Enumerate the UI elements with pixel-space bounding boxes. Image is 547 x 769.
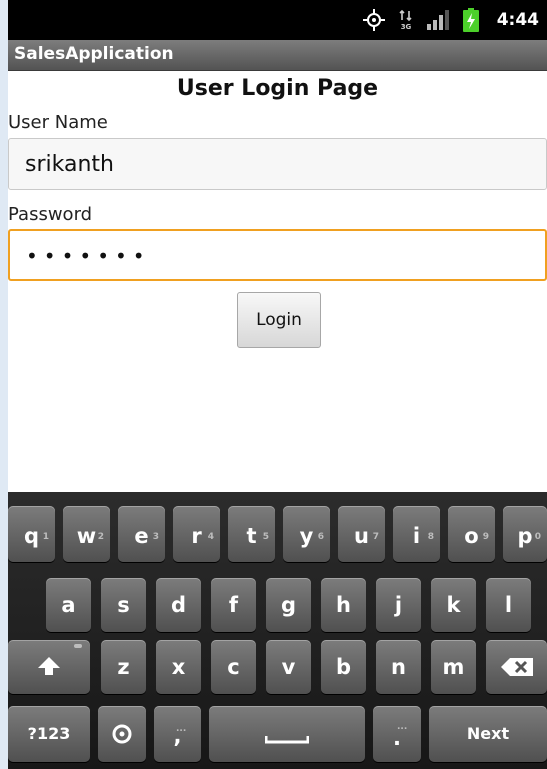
shift-arrow-icon	[8, 655, 90, 677]
key-m[interactable]: m	[431, 640, 476, 694]
key-o[interactable]: o9	[448, 506, 495, 562]
key-a[interactable]: a	[46, 578, 91, 632]
key-r-hint: 4	[207, 532, 214, 542]
key-u-hint: 7	[372, 532, 379, 542]
key-i-hint: 8	[427, 532, 434, 542]
key-t[interactable]: t5	[228, 506, 275, 562]
username-input[interactable]	[25, 147, 505, 181]
app-title: SalesApplication	[14, 44, 174, 64]
period-key[interactable]: ....	[373, 706, 421, 762]
key-f[interactable]: f	[211, 578, 256, 632]
password-field[interactable]	[8, 229, 547, 281]
key-q[interactable]: q1	[8, 506, 55, 562]
key-h[interactable]: h	[321, 578, 366, 632]
key-l[interactable]: l	[486, 578, 531, 632]
period-key-hint: ...	[397, 722, 408, 732]
status-bar: 3G 4:44	[8, 0, 547, 40]
status-icons: 3G 4:44	[362, 8, 539, 32]
login-button[interactable]: Login	[237, 292, 321, 348]
key-w[interactable]: w2	[63, 506, 110, 562]
page-title: User Login Page	[176, 76, 379, 101]
key-p-hint: 0	[534, 532, 541, 542]
backspace-key[interactable]	[486, 640, 547, 694]
password-input[interactable]	[26, 239, 506, 273]
key-z[interactable]: z	[101, 640, 146, 694]
key-p[interactable]: p0	[503, 506, 547, 562]
key-r[interactable]: r4	[173, 506, 220, 562]
key-q-hint: 1	[42, 532, 49, 542]
soft-keyboard: q1 w2 e3 r4 t5 y6 u7 i8 o9 p0 a s d f g …	[8, 492, 547, 769]
next-key[interactable]: Next	[429, 706, 547, 762]
key-w-hint: 2	[97, 532, 104, 542]
svg-text:3G: 3G	[400, 23, 411, 31]
username-label: User Name	[8, 112, 108, 133]
key-n[interactable]: n	[376, 640, 421, 694]
phone-screen: 3G 4:44 SalesApplication User Login Page…	[8, 0, 547, 769]
signal-bars-icon	[426, 10, 449, 30]
key-u[interactable]: u7	[338, 506, 385, 562]
app-title-bar: SalesApplication	[8, 40, 547, 71]
key-v[interactable]: v	[266, 640, 311, 694]
key-x[interactable]: x	[156, 640, 201, 694]
key-d[interactable]: d	[156, 578, 201, 632]
key-g[interactable]: g	[266, 578, 311, 632]
comma-key-hint: ...	[176, 724, 187, 734]
key-j[interactable]: j	[376, 578, 421, 632]
spacebar-icon	[209, 736, 365, 744]
spacebar-key[interactable]	[209, 706, 365, 762]
settings-key[interactable]	[98, 706, 146, 762]
status-clock: 4:44	[496, 10, 539, 30]
key-y[interactable]: y6	[283, 506, 330, 562]
key-s[interactable]: s	[101, 578, 146, 632]
gps-icon	[362, 9, 385, 31]
comma-key[interactable]: ,...	[154, 706, 201, 762]
password-label: Password	[8, 204, 93, 225]
key-e-hint: 3	[152, 532, 159, 542]
key-c[interactable]: c	[211, 640, 256, 694]
key-y-hint: 6	[317, 532, 324, 542]
key-e[interactable]: e3	[118, 506, 165, 562]
shift-key[interactable]	[8, 640, 90, 694]
symbols-key[interactable]: ?123	[8, 706, 90, 762]
key-o-hint: 9	[482, 532, 489, 542]
key-k[interactable]: k	[431, 578, 476, 632]
key-i[interactable]: i8	[393, 506, 440, 562]
backspace-icon	[486, 657, 547, 677]
key-b[interactable]: b	[321, 640, 366, 694]
network-3g-icon: 3G	[399, 9, 413, 31]
battery-charging-icon	[462, 8, 479, 32]
shift-indicator-icon	[74, 644, 82, 648]
key-t-hint: 5	[262, 532, 269, 542]
settings-dial-icon	[98, 723, 146, 745]
username-field[interactable]	[8, 138, 547, 190]
